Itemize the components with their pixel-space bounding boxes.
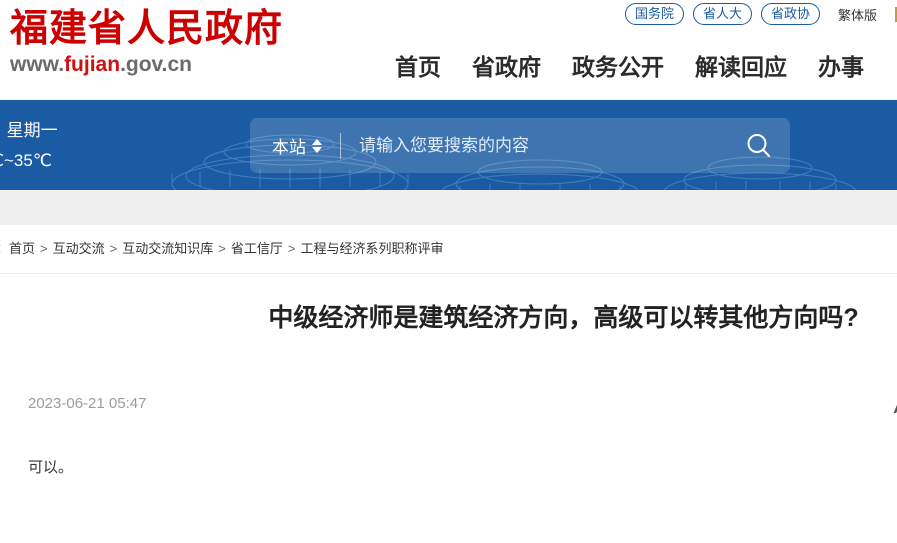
separator-strip <box>0 190 897 225</box>
site-header: 福建省人民政府 www.fujian.gov.cn 国务院 省人大 省政协 繁体… <box>0 0 897 100</box>
nav-item-services[interactable]: 办事 <box>818 52 864 82</box>
traditional-chinese-toggle[interactable]: 繁体版 <box>838 5 877 24</box>
content-divider <box>0 273 897 274</box>
breadcrumb-item-department[interactable]: 省工信厅 <box>231 241 283 256</box>
pill-link-shengzhengxie[interactable]: 省政协 <box>760 3 820 25</box>
breadcrumb-item-home[interactable]: 首页 <box>9 241 35 256</box>
site-brand[interactable]: 福建省人民政府 www.fujian.gov.cn <box>10 6 340 78</box>
breadcrumb-item-current[interactable]: 工程与经济系列职称评审 <box>300 241 443 256</box>
article-title: 中级经济师是建筑经济方向，高级可以转其他方向吗? <box>268 304 859 332</box>
nav-item-provincial-government[interactable]: 省政府 <box>472 52 541 82</box>
nav-item-home[interactable]: 首页 <box>395 52 441 82</box>
hero-search-band: 26日 星期一 26℃~35℃ 本站 <box>0 100 897 190</box>
article-timestamp: 2023-06-21 05:47 <box>28 395 147 412</box>
breadcrumb-prefix: 位置： <box>0 241 9 256</box>
nav-item-government-affairs[interactable]: 政务公开 <box>572 52 664 82</box>
current-weather: 26℃~35℃ <box>0 151 52 170</box>
breadcrumb-item-knowledge-base[interactable]: 互动交流知识库 <box>122 241 213 256</box>
brand-url-highlight: fujian <box>64 53 121 76</box>
breadcrumb-item-interaction[interactable]: 互动交流 <box>53 241 105 256</box>
search-submit-button[interactable] <box>728 118 790 173</box>
pill-link-guowuyuan[interactable]: 国务院 <box>624 3 684 25</box>
current-date: 26日 星期一 <box>0 121 58 140</box>
search-scope-selector[interactable]: 本站 <box>272 133 322 158</box>
search-icon <box>747 133 770 157</box>
main-nav: 首页 省政府 政务公开 解读回应 办事 <box>395 52 864 82</box>
article-meta-row: 2023-06-21 05:47 A <box>28 391 897 417</box>
article-body: 可以。 <box>28 459 74 476</box>
breadcrumb: 位置：首页 > 互动交流 > 互动交流知识库 > 省工信厅 > 工程与经济系列职称评审 <box>0 225 897 259</box>
search-scope-label: 本站 <box>272 138 306 157</box>
search-bar: 本站 <box>250 118 790 173</box>
page-root: 福建省人民政府 www.fujian.gov.cn 国务院 省人大 省政协 繁体… <box>0 0 897 543</box>
breadcrumb-separator: > <box>287 241 296 256</box>
breadcrumb-separator: > <box>218 241 226 256</box>
font-size-control[interactable]: A <box>894 391 897 417</box>
breadcrumb-separator: > <box>40 241 48 256</box>
main-content: 位置：首页 > 互动交流 > 互动交流知识库 > 省工信厅 > 工程与经济系列职称评审 中级经济… <box>0 225 897 543</box>
brand-url: www.fujian.gov.cn <box>10 52 340 78</box>
nav-item-interpretation-response[interactable]: 解读回应 <box>695 52 787 82</box>
breadcrumb-separator: > <box>109 241 118 256</box>
brand-url-prefix: www. <box>10 53 65 76</box>
brand-title: 福建省人民政府 <box>10 5 284 50</box>
date-weather-block: 26日 星期一 26℃~35℃ <box>0 116 58 176</box>
top-utility-bar: 国务院 省人大 省政协 繁体版 <box>624 3 897 25</box>
pill-link-shengrenda[interactable]: 省人大 <box>692 3 752 25</box>
brand-url-suffix: .gov.cn <box>120 53 193 76</box>
search-input[interactable] <box>359 135 728 156</box>
search-divider <box>340 132 341 159</box>
chevron-updown-icon <box>312 138 322 153</box>
